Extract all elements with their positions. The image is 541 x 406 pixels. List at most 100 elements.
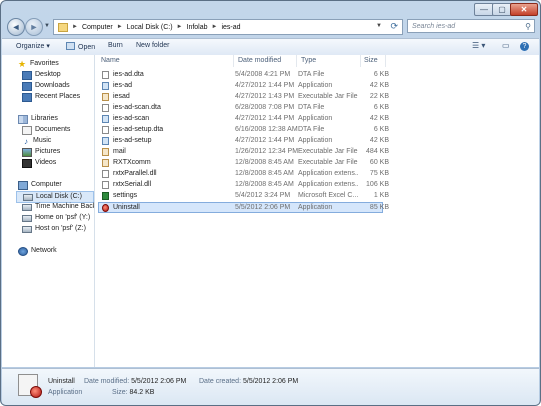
column-divider[interactable] [233,55,234,67]
sidebar-item-time-machine[interactable]: Time Machine Backu [22,202,95,212]
forward-button[interactable]: ► [25,18,43,36]
file-row[interactable]: ies-ad.dta 5/4/2008 4:21 PM DTA File 6 KB [99,70,389,80]
file-size: 42 KB [369,82,389,89]
sidebar-label: Local Disk (C:) [36,193,82,200]
sidebar-computer[interactable]: Computer [18,180,62,190]
file-size: 6 KB [373,126,389,133]
breadcrumb-infolab[interactable]: Infolab [187,24,208,31]
network-drive-icon [22,225,32,233]
pictures-icon [22,147,32,157]
chevron-right-icon[interactable]: ► [212,24,218,30]
help-icon[interactable]: ? [520,42,529,51]
organize-button[interactable]: Organize ▾ [16,42,50,50]
jar-file-icon [102,148,109,156]
sidebar-item-recent-places[interactable]: Recent Places [22,92,80,102]
network-drive-icon [22,214,32,222]
file-type: Application [298,204,333,211]
sidebar-item-desktop[interactable]: Desktop [22,70,61,80]
file-row[interactable]: mail 1/26/2012 12:34 PM Executable Jar Fil… [99,147,389,157]
sidebar-label: Videos [35,159,57,166]
dta-file-icon [102,126,109,134]
uninstall-file-icon [102,204,109,212]
sidebar-item-pictures[interactable]: Pictures [22,147,60,157]
file-row[interactable]: rxtxParallel.dll 12/8/2008 8:45 AM Applica… [99,169,389,179]
preview-pane-icon[interactable]: ▭ [502,41,510,50]
sidebar-favorites[interactable]: ★ Favorites [18,59,59,69]
address-dropdown-icon[interactable]: ▼ [376,23,382,29]
sidebar-item-videos[interactable]: Videos [22,158,56,168]
address-bar[interactable]: ► Computer ► Local Disk (C:) ► Infolab ►… [53,19,403,35]
details-file-name: Uninstall [48,378,75,385]
column-header-date-modified[interactable]: Date modified [238,55,281,67]
sidebar-item-documents[interactable]: Documents [22,125,70,135]
file-row[interactable]: rxtxSerial.dll 12/8/2008 8:45 AM Applicati… [99,180,389,190]
view-options-icon[interactable]: ☰ ▾ [472,41,485,50]
sidebar-label: Desktop [35,71,61,78]
sidebar-label: Time Machine Backu [35,203,95,210]
details-file-type: Application [48,389,83,396]
breadcrumb-local-disk[interactable]: Local Disk (C:) [127,24,173,31]
file-date-modified: 5/4/2008 4:21 PM [235,71,291,78]
chevron-right-icon[interactable]: ► [177,24,183,30]
file-name: Uninstall [113,204,140,211]
downloads-icon [22,81,32,91]
column-header-name[interactable]: Name [101,55,120,67]
file-size: 6 KB [373,104,389,111]
folder-icon [58,22,68,32]
refresh-icon[interactable]: ⟳ [390,21,398,32]
file-name: rxtxParallel.dll [113,170,157,177]
column-header-type[interactable]: Type [301,55,316,67]
breadcrumb-ies-ad[interactable]: ies-ad [221,24,240,31]
file-name: mail [113,148,126,155]
minimize-button[interactable]: — [474,3,494,16]
file-row[interactable]: ies-ad-setup.dta 6/16/2008 12:38 AM DTA Fi… [99,125,389,135]
sidebar-label: Recent Places [35,93,81,100]
chevron-right-icon[interactable]: ► [72,24,78,30]
burn-button[interactable]: Burn [108,42,123,49]
column-divider[interactable] [296,55,297,67]
sidebar-item-home-psf[interactable]: Home on 'psf' (Y:) [22,213,90,223]
file-size: 6 KB [373,71,389,78]
close-button[interactable]: ✕ [510,3,538,16]
sidebar-item-host-psf[interactable]: Host on 'psf' (Z:) [22,224,86,234]
recent-pages-dropdown-icon[interactable]: ▼ [44,23,50,29]
file-row[interactable]: settings 5/4/2012 3:24 PM Microsoft Excel … [99,191,389,201]
file-row[interactable]: RXTXcomm 12/8/2008 8:45 AM Executable Jar … [99,158,389,168]
sidebar-item-downloads[interactable]: Downloads [22,81,70,91]
file-row[interactable]: Uninstall 5/5/2012 2:06 PM Application 85 K… [98,202,389,213]
jar-file-icon [102,93,109,101]
search-input[interactable]: Search ies-ad ⚲ [407,19,535,33]
file-row[interactable]: ies-ad-scan.dta 6/28/2008 7:08 PM DTA File… [99,103,389,113]
file-row[interactable]: iesad 4/27/2012 1:43 PM Executable Jar Fil… [99,92,389,102]
recent-places-icon [22,92,32,102]
breadcrumb-computer[interactable]: Computer [82,24,113,31]
column-divider[interactable] [360,55,361,67]
open-button[interactable]: Open [66,42,95,51]
search-icon[interactable]: ⚲ [525,20,531,34]
explorer-window: — ▢ ✕ ◄ ► ▼ ► Computer ► Local Disk (C:)… [0,0,541,406]
back-button[interactable]: ◄ [7,18,25,36]
column-header-size[interactable]: Size [364,55,378,67]
sidebar-label: Documents [35,126,71,133]
sidebar-label: Music [33,137,52,144]
file-row[interactable]: ies-ad 4/27/2012 1:44 PM Application 42 KB [99,81,389,91]
file-name: ies-ad-setup.dta [113,126,164,133]
file-name: rxtxSerial.dll [113,181,152,188]
sidebar-network[interactable]: Network [18,246,57,256]
file-name: iesad [113,93,130,100]
music-icon: ♪ [24,136,28,146]
column-divider[interactable] [385,55,386,67]
maximize-button[interactable]: ▢ [492,3,512,16]
navigation-pane: ★ Favorites Desktop Downloads Recent Plac… [2,55,95,367]
sidebar-item-music[interactable]: ♪ Music [22,136,51,146]
file-type: Application [298,115,333,122]
chevron-right-icon[interactable]: ► [117,24,123,30]
new-folder-button[interactable]: New folder [136,42,169,49]
file-row[interactable]: ies-ad-setup 4/27/2012 1:44 PM Application… [99,136,389,146]
file-row[interactable]: ies-ad-scan 4/27/2012 1:44 PM Application 4… [99,114,389,124]
dll-file-icon [102,181,109,189]
sidebar-libraries[interactable]: Libraries [18,114,58,124]
file-size: 22 KB [369,93,389,100]
dll-file-icon [102,170,109,178]
documents-icon [22,125,32,135]
